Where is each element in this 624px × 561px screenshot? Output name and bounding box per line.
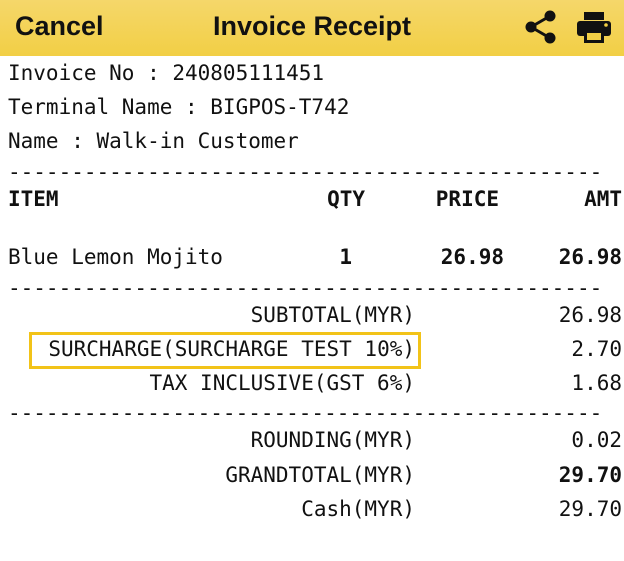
total-label: Cash(MYR) [301, 497, 415, 521]
summary-value: 2.70 [571, 337, 622, 361]
summary-label: TAX INCLUSIVE(GST 6%) [149, 371, 415, 395]
customer-name: Name : Walk-in Customer [8, 129, 299, 153]
column-item: ITEM [8, 187, 59, 211]
column-amt: AMT [584, 187, 622, 211]
total-value: 0.02 [571, 428, 622, 452]
total-label: GRANDTOTAL(MYR) [225, 463, 415, 487]
item-name: Blue Lemon Mojito [8, 245, 223, 269]
summary-label: SUBTOTAL(MYR) [250, 303, 415, 327]
item-qty: 1 [339, 245, 352, 269]
total-label: ROUNDING(MYR) [250, 428, 415, 452]
separator: ----------------------------------------… [8, 276, 603, 300]
item-price: 26.98 [440, 245, 504, 269]
printer-icon[interactable] [574, 8, 614, 46]
separator: ----------------------------------------… [8, 160, 603, 184]
separator: ----------------------------------------… [8, 401, 603, 425]
app-header: Cancel Invoice Receipt [0, 0, 624, 56]
invoice-number: Invoice No : 240805111451 [8, 61, 325, 85]
column-qty: QTY [327, 187, 365, 211]
summary-value: 26.98 [558, 303, 622, 327]
share-icon[interactable] [522, 8, 560, 46]
column-price: PRICE [435, 187, 499, 211]
total-value: 29.70 [558, 497, 622, 521]
grand-total-value: 29.70 [558, 463, 622, 487]
terminal-name: Terminal Name : BIGPOS-T742 [8, 95, 350, 119]
item-amount: 26.98 [558, 245, 622, 269]
summary-value: 1.68 [571, 371, 622, 395]
summary-label: SURCHARGE(SURCHARGE TEST 10%) [48, 337, 415, 361]
